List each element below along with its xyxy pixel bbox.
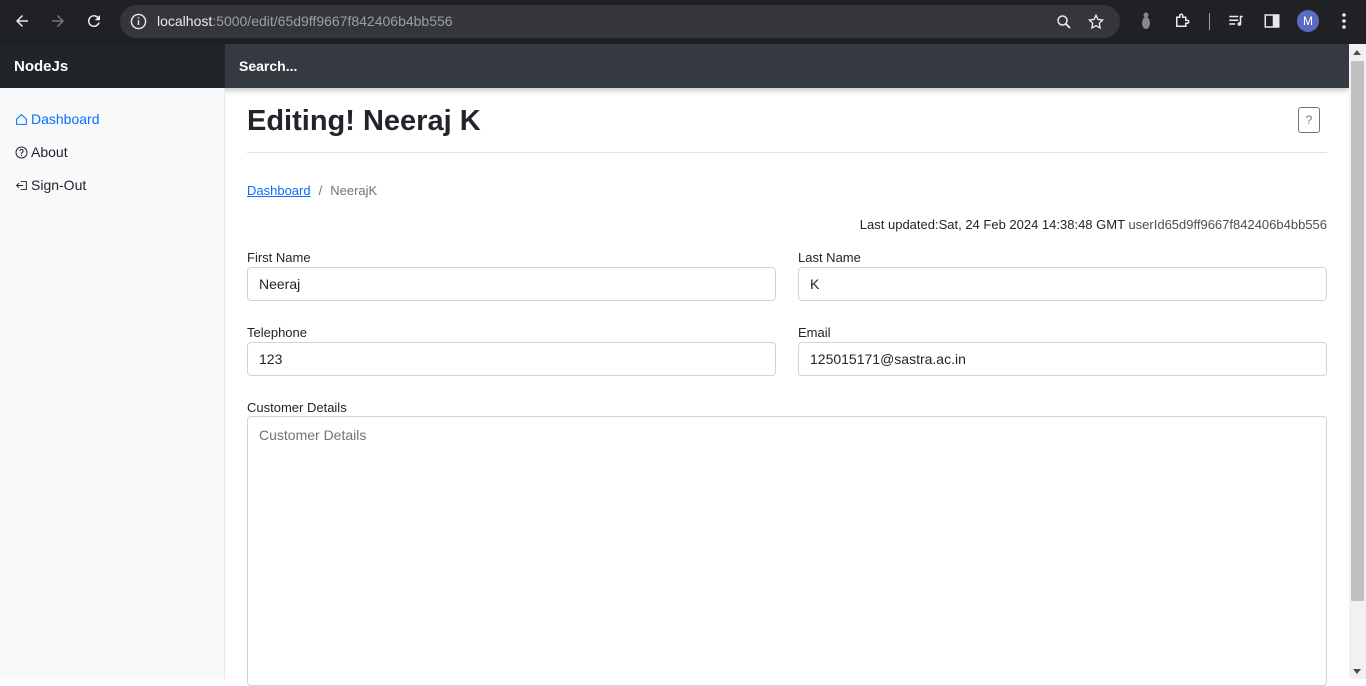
puzzle-extensions-icon[interactable] (1172, 11, 1192, 31)
email-field[interactable]: 125015171@sastra.ac.in (798, 342, 1327, 376)
breadcrumb-dashboard-link[interactable]: Dashboard (247, 183, 311, 198)
sidebar-item-label: About (31, 144, 68, 160)
breadcrumb-separator: / (318, 183, 323, 198)
sidebar-item-sign-out[interactable]: Sign-Out (15, 177, 86, 193)
side-panel-icon[interactable] (1262, 11, 1282, 31)
help-button[interactable]: ? (1298, 107, 1320, 133)
profile-avatar[interactable]: M (1297, 10, 1319, 32)
url-host: localhost (157, 13, 213, 29)
first-name-label: First Name (247, 250, 311, 265)
main-content: Editing! Neeraj K ? Dashboard / NeerajK … (225, 88, 1349, 686)
last-updated-text: Last updated:Sat, 24 Feb 2024 14:38:48 G… (859, 217, 1125, 232)
info-icon[interactable] (130, 13, 147, 30)
home-icon (16, 113, 27, 125)
last-name-label: Last Name (798, 250, 861, 265)
title-divider (247, 152, 1327, 153)
page-scrollbar[interactable] (1349, 44, 1366, 679)
customer-details-textarea[interactable]: Customer Details (247, 416, 1327, 686)
user-id-text: userId65d9ff9667f842406b4bb556 (1128, 217, 1327, 232)
brand-logo[interactable]: NodeJs (0, 44, 225, 88)
first-name-field[interactable]: Neeraj (247, 267, 776, 301)
media-queue-icon[interactable] (1226, 11, 1246, 31)
sign-out-icon (15, 180, 27, 190)
back-button[interactable] (10, 9, 34, 33)
reload-button[interactable] (82, 9, 106, 33)
sidebar-item-label: Dashboard (31, 111, 100, 127)
email-label: Email (798, 325, 831, 340)
breadcrumb: Dashboard / NeerajK (247, 183, 377, 198)
sidebar-item-about[interactable]: About (15, 144, 68, 160)
arrow-right-icon (52, 15, 64, 27)
last-name-field[interactable]: K (798, 267, 1327, 301)
sidebar-item-label: Sign-Out (31, 177, 87, 193)
question-circle-icon (15, 145, 28, 159)
scroll-thumb[interactable] (1351, 61, 1364, 601)
extension-icon[interactable] (1136, 11, 1156, 31)
url-text[interactable]: localhost:5000/edit/65d9ff9667f842406b4b… (157, 13, 453, 29)
browser-toolbar: localhost:5000/edit/65d9ff9667f842406b4b… (0, 0, 1366, 44)
customer-details-label: Customer Details (247, 400, 347, 415)
reload-icon (87, 15, 100, 28)
page-title: Editing! Neeraj K (247, 105, 481, 137)
search-input[interactable]: Search... (239, 58, 297, 74)
arrow-left-icon (16, 15, 28, 27)
url-path: :5000/edit/65d9ff9667f842406b4bb556 (212, 13, 453, 29)
address-bar[interactable]: localhost:5000/edit/65d9ff9667f842406b4b… (120, 5, 1120, 38)
bookmark-star-icon[interactable] (1087, 13, 1105, 31)
telephone-label: Telephone (247, 325, 307, 340)
sidebar-item-dashboard[interactable]: Dashboard (15, 111, 100, 127)
telephone-field[interactable]: 123 (247, 342, 776, 376)
forward-button[interactable] (46, 9, 70, 33)
top-navbar: NodeJs Search... (0, 44, 1349, 88)
toolbar-divider (1209, 13, 1210, 30)
breadcrumb-current: NeerajK (330, 183, 378, 198)
scroll-down-arrow-icon[interactable] (1353, 669, 1361, 674)
kebab-menu-icon[interactable] (1334, 11, 1354, 31)
sidebar: Dashboard About Sign-Out (0, 88, 225, 679)
zoom-icon[interactable] (1055, 13, 1073, 31)
scroll-up-arrow-icon[interactable] (1353, 50, 1361, 55)
record-meta: Last updated:Sat, 24 Feb 2024 14:38:48 G… (860, 217, 1327, 232)
